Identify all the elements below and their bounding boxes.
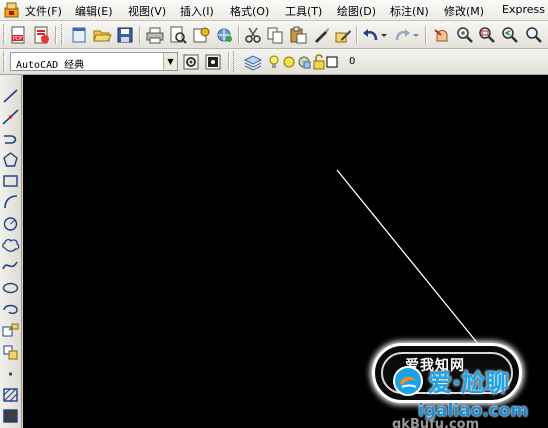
menu-dimension[interactable]: 标注(N) [390, 3, 429, 19]
layer-color-icon[interactable] [326, 52, 338, 72]
open-icon[interactable] [92, 25, 112, 45]
menu-view[interactable]: 视图(V) [128, 3, 166, 19]
publish-icon[interactable] [191, 25, 211, 45]
toolbar-grip-4[interactable] [233, 51, 236, 72]
revision-cloud-icon[interactable] [1, 236, 20, 254]
redo-dropdown-icon[interactable] [412, 25, 420, 45]
toolbar-grip[interactable] [3, 24, 6, 45]
pdf-publish-icon[interactable] [31, 25, 51, 45]
redo-icon[interactable] [392, 25, 412, 45]
undo-dropdown-icon[interactable] [380, 25, 388, 45]
point-icon[interactable] [1, 365, 20, 383]
standard-toolbar: PDF [0, 21, 548, 49]
polyline-icon[interactable] [1, 130, 20, 148]
draw-toolbar [0, 75, 22, 428]
paste-icon[interactable] [288, 25, 308, 45]
menu-express[interactable]: Express [502, 3, 545, 16]
print-preview-icon[interactable] [168, 25, 188, 45]
make-block-icon[interactable] [1, 343, 20, 361]
spline-icon[interactable] [1, 257, 20, 275]
polygon-icon[interactable] [1, 151, 20, 169]
toolbar-grip-3[interactable] [3, 51, 6, 72]
menu-insert[interactable]: 插入(I) [180, 3, 214, 19]
gradient-icon[interactable] [1, 407, 20, 425]
insert-block-icon[interactable] [1, 321, 20, 339]
workspace-select[interactable]: AutoCAD 经典 ▼ [10, 52, 178, 71]
zoom-previous-icon[interactable] [500, 25, 520, 45]
menu-tools[interactable]: 工具(T) [285, 3, 322, 19]
layer-properties-icon[interactable] [243, 52, 263, 72]
autocad-app-icon[interactable] [4, 2, 19, 18]
layer-on-icon[interactable] [268, 52, 280, 72]
match-properties-icon[interactable] [311, 25, 331, 45]
zoom-realtime-icon[interactable] [455, 25, 475, 45]
workspaces-toolbar: AutoCAD 经典 ▼ [0, 49, 548, 75]
toolbar-lock-icon[interactable] [203, 52, 223, 72]
layer-freeze-icon[interactable] [282, 52, 296, 72]
workspace-value: AutoCAD 经典 [16, 60, 85, 71]
menu-format[interactable]: 格式(O) [230, 3, 269, 19]
ellipse-icon[interactable] [1, 279, 20, 297]
workspace-settings-icon[interactable] [181, 52, 201, 72]
cut-icon[interactable] [243, 25, 263, 45]
menu-file[interactable]: 文件(F) [25, 3, 62, 19]
pan-icon[interactable] [432, 25, 452, 45]
drawn-line[interactable] [336, 169, 480, 346]
rectangle-icon[interactable] [1, 172, 20, 190]
print-icon[interactable] [145, 25, 165, 45]
undo-icon[interactable] [361, 25, 381, 45]
chevron-down-icon[interactable]: ▼ [163, 53, 177, 70]
watermark-domain-secondary: qkBufu.com [392, 417, 480, 428]
pdf-icon[interactable]: PDF [9, 25, 29, 45]
menu-modify[interactable]: 修改(M) [444, 3, 484, 19]
new-icon[interactable] [69, 25, 89, 45]
watermark-logo-icon [392, 365, 424, 397]
zoom-window-icon[interactable] [477, 25, 497, 45]
ellipse-arc-icon[interactable] [1, 300, 20, 318]
block-editor-icon[interactable] [333, 25, 353, 45]
menu-bar: 文件(F) 编辑(E) 视图(V) 插入(I) 格式(O) 工具(T) 绘图(D… [0, 0, 548, 21]
plot-icon[interactable] [214, 25, 234, 45]
layer-lock-icon[interactable] [312, 52, 326, 72]
copy-icon[interactable] [265, 25, 285, 45]
layer-viewport-icon[interactable] [297, 52, 311, 72]
current-layer-name[interactable]: 0 [349, 56, 355, 67]
hatch-icon[interactable] [1, 386, 20, 404]
line-icon[interactable] [1, 87, 20, 105]
svg-text:PDF: PDF [13, 36, 23, 42]
zoom-extents-icon[interactable] [524, 25, 544, 45]
circle-icon[interactable] [1, 215, 20, 233]
menu-edit[interactable]: 编辑(E) [75, 3, 113, 19]
arc-icon[interactable] [1, 193, 20, 211]
construction-line-icon[interactable] [1, 108, 20, 126]
save-icon[interactable] [115, 25, 135, 45]
watermark-brand: 爱·尬聊 [428, 369, 510, 397]
toolbar-grip-2[interactable] [61, 24, 64, 45]
menu-draw[interactable]: 绘图(D) [337, 3, 376, 19]
watermark: 爱我知网 爱·尬聊 igaliao.com qkBufu.com [372, 343, 548, 428]
